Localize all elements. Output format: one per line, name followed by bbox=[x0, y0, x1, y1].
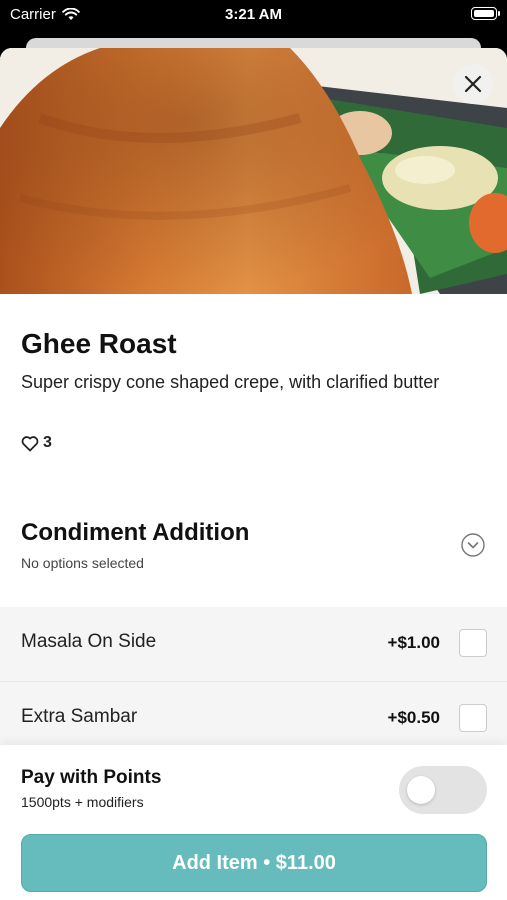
modifier-group-subtitle: No options selected bbox=[21, 555, 144, 571]
points-cost: 1500pts + modifiers bbox=[21, 794, 144, 810]
toggle-knob bbox=[407, 776, 435, 804]
modifier-group-title: Condiment Addition bbox=[21, 519, 250, 546]
checkout-footer: Pay with Points 1500pts + modifiers Add … bbox=[0, 745, 507, 900]
option-label: Extra Sambar bbox=[21, 706, 138, 727]
option-price: +$1.00 bbox=[387, 633, 440, 652]
close-button[interactable] bbox=[453, 64, 493, 104]
option-checkbox[interactable] bbox=[459, 704, 487, 732]
option-price: +$0.50 bbox=[387, 708, 440, 727]
pay-with-points-toggle[interactable] bbox=[399, 766, 487, 814]
item-description: Super crispy cone shaped crepe, with cla… bbox=[21, 372, 440, 392]
like-counter[interactable]: 3 bbox=[21, 434, 52, 452]
modifier-option[interactable]: Masala On Side +$1.00 bbox=[0, 607, 507, 682]
dosa-illustration bbox=[0, 48, 507, 294]
option-label: Masala On Side bbox=[21, 631, 157, 652]
pay-with-points-label: Pay with Points bbox=[21, 767, 162, 788]
clock: 3:21 AM bbox=[225, 6, 282, 23]
battery-icon bbox=[471, 7, 500, 20]
heart-icon bbox=[21, 435, 39, 451]
close-icon bbox=[464, 75, 482, 93]
option-checkbox[interactable] bbox=[459, 629, 487, 657]
item-title: Ghee Roast bbox=[21, 328, 177, 359]
item-detail-sheet: Ghee Roast Super crispy cone shaped crep… bbox=[0, 48, 507, 900]
chevron-down-icon[interactable] bbox=[461, 533, 485, 557]
status-bar: Carrier 3:21 AM bbox=[0, 0, 507, 30]
modifier-options-list: Masala On Side +$1.00 Extra Sambar +$0.5… bbox=[0, 607, 507, 747]
item-photo bbox=[0, 48, 507, 294]
add-item-button[interactable]: Add Item • $11.00 bbox=[21, 834, 487, 892]
like-count: 3 bbox=[43, 434, 52, 451]
